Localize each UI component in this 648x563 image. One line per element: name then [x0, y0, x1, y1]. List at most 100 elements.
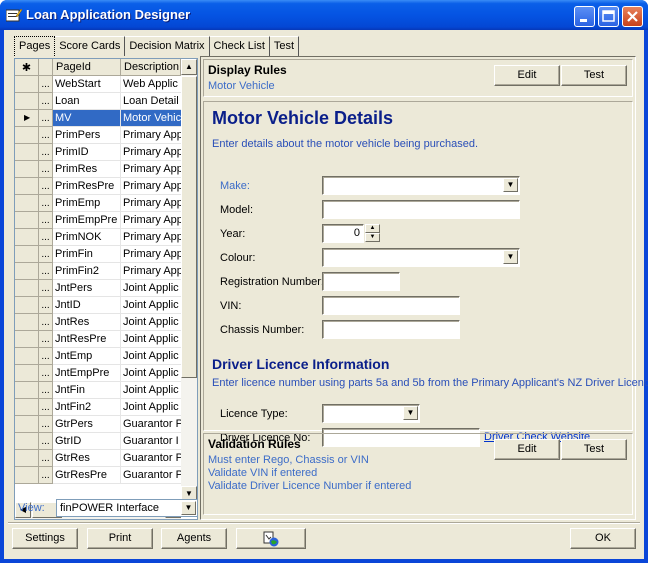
agents-button[interactable]: Agents	[161, 528, 227, 549]
table-row[interactable]: ... JntRes Joint Applic	[15, 314, 181, 331]
row-selector[interactable]	[15, 314, 39, 331]
minimize-button[interactable]	[574, 6, 595, 27]
row-ellipsis-button[interactable]: ...	[39, 450, 53, 467]
table-row[interactable]: ... JntFin2 Joint Applic	[15, 399, 181, 416]
row-ellipsis-button[interactable]: ...	[39, 314, 53, 331]
chevron-down-icon[interactable]: ▼	[503, 178, 518, 192]
cell-description[interactable]: Primary App	[121, 144, 181, 161]
display-rules-edit-button[interactable]: Edit	[494, 65, 560, 86]
cell-pageid[interactable]: GtrPers	[53, 416, 121, 433]
display-rules-test-button[interactable]: Test	[561, 65, 627, 86]
cell-pageid[interactable]: JntFin2	[53, 399, 121, 416]
close-button[interactable]	[622, 6, 643, 27]
year-stepper[interactable]: ▲ ▼	[365, 224, 380, 242]
view-select[interactable]: finPOWER Interface ▼	[56, 499, 198, 517]
row-ellipsis-button[interactable]: ...	[39, 195, 53, 212]
cell-pageid[interactable]: GtrID	[53, 433, 121, 450]
row-selector[interactable]	[15, 93, 39, 110]
cell-description[interactable]: Joint Applic	[121, 399, 181, 416]
validation-rules-edit-button[interactable]: Edit	[494, 439, 560, 460]
row-selector[interactable]	[15, 127, 39, 144]
licence-type-select[interactable]: ▼	[322, 404, 420, 423]
row-ellipsis-button[interactable]: ...	[39, 348, 53, 365]
cell-description[interactable]: Guarantor I	[121, 433, 181, 450]
stepper-down-icon[interactable]: ▼	[365, 233, 380, 242]
row-ellipsis-button[interactable]: ...	[39, 365, 53, 382]
tab-test[interactable]: Test	[269, 36, 300, 56]
table-row[interactable]: ... JntResPre Joint Applic	[15, 331, 181, 348]
cell-pageid[interactable]: PrimRes	[53, 161, 121, 178]
row-selector[interactable]	[15, 467, 39, 484]
title-bar[interactable]: Loan Application Designer	[0, 0, 648, 30]
table-row[interactable]: ... PrimNOK Primary App	[15, 229, 181, 246]
row-ellipsis-button[interactable]: ...	[39, 382, 53, 399]
row-selector[interactable]	[15, 399, 39, 416]
table-row[interactable]: ... JntFin Joint Applic	[15, 382, 181, 399]
row-ellipsis-button[interactable]: ...	[39, 110, 53, 127]
cell-pageid[interactable]: JntID	[53, 297, 121, 314]
cell-pageid[interactable]: PrimFin	[53, 246, 121, 263]
table-row[interactable]: ... PrimEmpPre Primary App	[15, 212, 181, 229]
row-selector[interactable]	[15, 161, 39, 178]
cell-pageid[interactable]: PrimNOK	[53, 229, 121, 246]
cell-description[interactable]: Guarantor P	[121, 450, 181, 467]
cell-description[interactable]: Joint Applic	[121, 348, 181, 365]
row-selector[interactable]	[15, 382, 39, 399]
row-ellipsis-button[interactable]: ...	[39, 263, 53, 280]
scroll-thumb[interactable]	[181, 76, 197, 378]
column-header-description[interactable]: Description	[121, 59, 181, 76]
maximize-button[interactable]	[598, 6, 619, 27]
row-ellipsis-button[interactable]: ...	[39, 467, 53, 484]
cell-description[interactable]: Primary App	[121, 229, 181, 246]
table-row[interactable]: ... Loan Loan Detail	[15, 93, 181, 110]
chevron-down-icon[interactable]: ▼	[181, 501, 196, 515]
table-row[interactable]: ... PrimFin Primary App	[15, 246, 181, 263]
table-row[interactable]: ... PrimResPre Primary App	[15, 178, 181, 195]
row-selector[interactable]	[15, 212, 39, 229]
cell-description[interactable]: Primary App	[121, 178, 181, 195]
colour-select[interactable]: ▼	[322, 248, 520, 267]
web-preview-button[interactable]	[236, 528, 306, 549]
cell-pageid[interactable]: GtrResPre	[53, 467, 121, 484]
stepper-up-icon[interactable]: ▲	[365, 224, 380, 233]
model-input[interactable]	[322, 200, 520, 219]
row-ellipsis-button[interactable]: ...	[39, 144, 53, 161]
table-row[interactable]: ... GtrPers Guarantor P	[15, 416, 181, 433]
cell-pageid[interactable]: WebStart	[53, 76, 121, 93]
cell-description[interactable]: Joint Applic	[121, 331, 181, 348]
scroll-up-button[interactable]: ▲	[181, 59, 197, 75]
ok-button[interactable]: OK	[570, 528, 636, 549]
row-selector[interactable]	[15, 416, 39, 433]
cell-description[interactable]: Motor Vehic	[121, 110, 181, 127]
row-selector[interactable]: ▶	[15, 110, 39, 127]
table-row[interactable]: ... PrimFin2 Primary App	[15, 263, 181, 280]
cell-description[interactable]: Joint Applic	[121, 297, 181, 314]
row-selector[interactable]	[15, 195, 39, 212]
cell-description[interactable]: Primary App	[121, 263, 181, 280]
tab-decision-matrix[interactable]: Decision Matrix	[125, 36, 210, 56]
cell-description[interactable]: Joint Applic	[121, 382, 181, 399]
registration-input[interactable]	[322, 272, 400, 291]
row-ellipsis-button[interactable]: ...	[39, 399, 53, 416]
cell-pageid[interactable]: JntRes	[53, 314, 121, 331]
settings-button[interactable]: Settings	[12, 528, 78, 549]
cell-pageid[interactable]: PrimEmp	[53, 195, 121, 212]
table-row[interactable]: ... GtrResPre Guarantor P	[15, 467, 181, 484]
row-selector[interactable]	[15, 280, 39, 297]
cell-pageid[interactable]: PrimFin2	[53, 263, 121, 280]
year-input[interactable]: 0	[322, 224, 364, 243]
cell-description[interactable]: Primary App	[121, 127, 181, 144]
row-ellipsis-button[interactable]: ...	[39, 212, 53, 229]
table-row[interactable]: ... GtrRes Guarantor P	[15, 450, 181, 467]
row-selector[interactable]	[15, 229, 39, 246]
table-row[interactable]: ... JntEmpPre Joint Applic	[15, 365, 181, 382]
cell-description[interactable]: Loan Detail	[121, 93, 181, 110]
cell-description[interactable]: Primary App	[121, 212, 181, 229]
vertical-scrollbar[interactable]: ▲ ▼	[181, 59, 197, 502]
table-row[interactable]: ... GtrID Guarantor I	[15, 433, 181, 450]
row-selector[interactable]	[15, 76, 39, 93]
cell-pageid[interactable]: JntEmpPre	[53, 365, 121, 382]
row-ellipsis-button[interactable]: ...	[39, 178, 53, 195]
cell-pageid[interactable]: Loan	[53, 93, 121, 110]
tab-score-cards[interactable]: Score Cards	[55, 36, 126, 56]
